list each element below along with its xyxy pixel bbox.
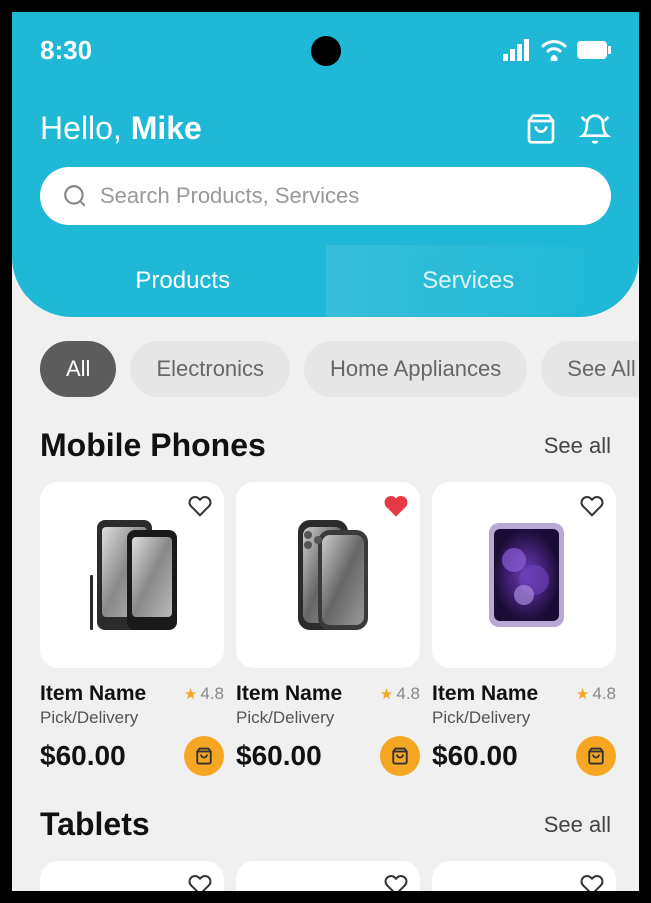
- shopping-bag-icon[interactable]: [525, 113, 557, 145]
- greeting-name: Mike: [131, 110, 202, 146]
- star-icon: ★: [576, 685, 589, 703]
- status-icons: [503, 39, 611, 61]
- product-card[interactable]: [432, 861, 616, 891]
- phone-frame: 8:30 Hello, Mike: [0, 0, 651, 903]
- greeting-prefix: Hello,: [40, 110, 131, 146]
- product-price: $60.00: [236, 740, 322, 772]
- product-rating: ★4.8: [576, 684, 616, 704]
- product-image-box: [432, 482, 616, 668]
- battery-icon: [577, 41, 611, 59]
- product-name: Item Name: [40, 682, 146, 706]
- product-delivery: Pick/Delivery: [40, 708, 224, 728]
- see-all-tablets[interactable]: See all: [544, 812, 611, 838]
- star-icon: ★: [380, 685, 393, 703]
- section-title-tablets: Tablets: [40, 806, 150, 843]
- camera-notch: [311, 36, 341, 66]
- heart-icon[interactable]: [580, 873, 604, 891]
- heart-icon-filled[interactable]: [384, 494, 408, 518]
- bag-icon: [195, 747, 213, 765]
- greeting-row: Hello, Mike: [40, 110, 611, 147]
- product-image-box: [40, 861, 224, 891]
- product-info: Item Name ★4.8 Pick/Delivery $60.00: [432, 682, 616, 776]
- heart-icon[interactable]: [384, 873, 408, 891]
- product-card[interactable]: Item Name ★4.8 Pick/Delivery $60.00: [40, 482, 224, 776]
- product-name: Item Name: [432, 682, 538, 706]
- search-icon: [62, 183, 88, 209]
- heart-icon[interactable]: [188, 873, 212, 891]
- product-image-box: [236, 482, 420, 668]
- search-input[interactable]: [100, 183, 589, 209]
- product-image-box: [236, 861, 420, 891]
- products-row-mobile-phones[interactable]: Item Name ★4.8 Pick/Delivery $60.00: [40, 482, 639, 776]
- chip-all[interactable]: All: [40, 341, 116, 397]
- greeting-text: Hello, Mike: [40, 110, 202, 147]
- signal-icon: [503, 39, 531, 61]
- products-row-tablets[interactable]: [40, 861, 639, 891]
- product-rating: ★4.8: [184, 684, 224, 704]
- chip-electronics[interactable]: Electronics: [130, 341, 290, 397]
- category-chips: All Electronics Home Appliances See All: [40, 341, 639, 397]
- product-info: Item Name ★4.8 Pick/Delivery $60.00: [236, 682, 420, 776]
- chip-see-all[interactable]: See All: [541, 341, 639, 397]
- product-delivery: Pick/Delivery: [432, 708, 616, 728]
- chip-home-appliances[interactable]: Home Appliances: [304, 341, 527, 397]
- section-header-mobile-phones: Mobile Phones See all: [40, 427, 639, 464]
- header-action-icons: [525, 113, 611, 145]
- section-title-mobile-phones: Mobile Phones: [40, 427, 266, 464]
- add-to-cart-button[interactable]: [380, 736, 420, 776]
- product-info: Item Name ★4.8 Pick/Delivery $60.00: [40, 682, 224, 776]
- tabs-row: Products Services: [40, 245, 611, 317]
- status-time: 8:30: [40, 35, 92, 66]
- app-screen: 8:30 Hello, Mike: [12, 12, 639, 891]
- product-card[interactable]: Item Name ★4.8 Pick/Delivery $60.00: [432, 482, 616, 776]
- bag-icon: [587, 747, 605, 765]
- product-price: $60.00: [40, 740, 126, 772]
- bag-icon: [391, 747, 409, 765]
- phone-illustration-icon: [82, 515, 182, 635]
- bell-icon[interactable]: [579, 113, 611, 145]
- product-card[interactable]: [236, 861, 420, 891]
- product-name: Item Name: [236, 682, 342, 706]
- tab-services[interactable]: Services: [326, 245, 612, 317]
- product-card[interactable]: Item Name ★4.8 Pick/Delivery $60.00: [236, 482, 420, 776]
- section-header-tablets: Tablets See all: [40, 806, 639, 843]
- product-delivery: Pick/Delivery: [236, 708, 420, 728]
- tab-products[interactable]: Products: [40, 245, 326, 317]
- heart-icon[interactable]: [188, 494, 212, 518]
- product-rating: ★4.8: [380, 684, 420, 704]
- heart-icon[interactable]: [580, 494, 604, 518]
- star-icon: ★: [184, 685, 197, 703]
- product-image-box: [40, 482, 224, 668]
- phone-illustration-icon: [278, 515, 378, 635]
- add-to-cart-button[interactable]: [184, 736, 224, 776]
- add-to-cart-button[interactable]: [576, 736, 616, 776]
- product-card[interactable]: [40, 861, 224, 891]
- main-content: All Electronics Home Appliances See All …: [12, 317, 639, 891]
- see-all-mobile-phones[interactable]: See all: [544, 433, 611, 459]
- wifi-icon: [541, 39, 567, 61]
- search-bar[interactable]: [40, 167, 611, 225]
- product-price: $60.00: [432, 740, 518, 772]
- tablet-illustration-icon: [474, 515, 574, 635]
- product-image-box: [432, 861, 616, 891]
